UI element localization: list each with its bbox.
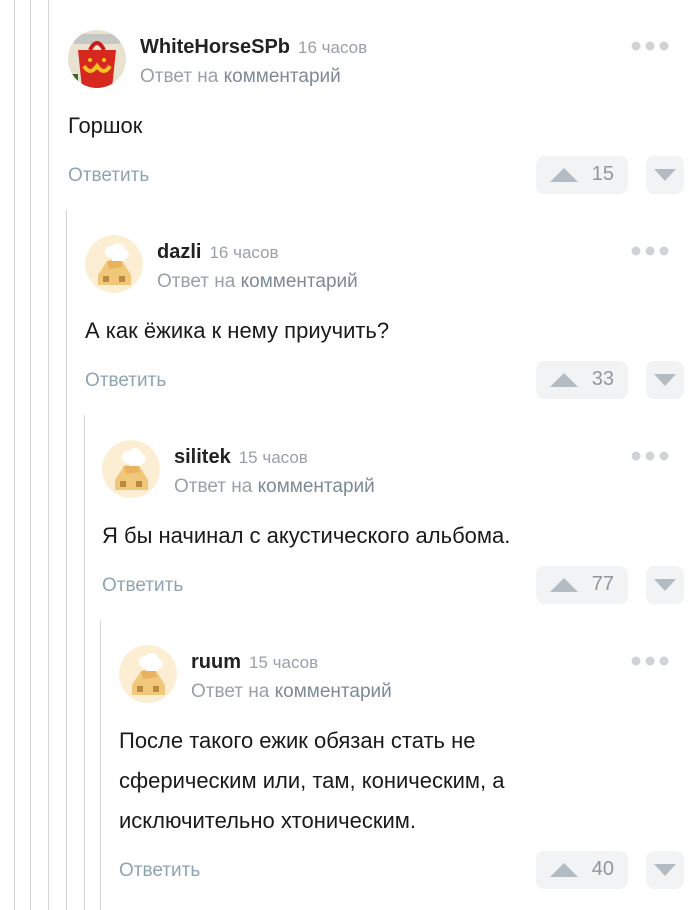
- arrow-down-icon: [654, 169, 676, 181]
- vote-score: 15: [591, 163, 614, 185]
- chef-avatar-icon: [102, 440, 160, 498]
- more-icon[interactable]: [630, 40, 670, 52]
- arrow-up-icon: [550, 863, 578, 877]
- timestamp: 16 часов: [209, 243, 279, 262]
- reply-button[interactable]: Ответить: [85, 370, 166, 392]
- thread-line: [48, 0, 49, 910]
- comment-text: Я бы начинал с акустического альбома.: [102, 523, 511, 548]
- thread-line: [14, 0, 15, 910]
- vote-score: 33: [591, 368, 614, 390]
- reply-to: Ответ на комментарий: [174, 476, 375, 497]
- arrow-up-icon: [550, 373, 578, 387]
- upvote-button[interactable]: 33: [536, 361, 628, 399]
- reply-button[interactable]: Ответить: [119, 860, 200, 882]
- comment-text: А как ёжика к нему приучить?: [85, 318, 390, 343]
- reply-to-link[interactable]: комментарий: [275, 681, 392, 702]
- avatar[interactable]: [102, 440, 160, 498]
- thread-line: [84, 415, 85, 910]
- comment: ruum 15 часов Ответ на комментарий После …: [119, 645, 700, 910]
- avatar[interactable]: [68, 30, 126, 88]
- comment: silitek 15 часов Ответ на комментарий Я б…: [102, 440, 700, 620]
- avatar[interactable]: [85, 235, 143, 293]
- mcdonalds-happy-meal-icon: [68, 30, 126, 88]
- comment: dazli 16 часов Ответ на комментарий А как…: [85, 235, 700, 415]
- chef-avatar-icon: [119, 645, 177, 703]
- downvote-button[interactable]: [646, 361, 684, 399]
- arrow-down-icon: [654, 864, 676, 876]
- thread-line: [100, 620, 101, 910]
- timestamp: 16 часов: [298, 38, 368, 57]
- comment-text-line: исключительно хтоническим.: [119, 808, 416, 833]
- comment-text: Горшок: [68, 113, 143, 138]
- vote-score: 40: [591, 858, 614, 880]
- more-icon[interactable]: [630, 655, 670, 667]
- timestamp: 15 часов: [249, 653, 319, 672]
- reply-button[interactable]: Ответить: [68, 165, 149, 187]
- reply-button[interactable]: Ответить: [102, 575, 183, 597]
- more-icon[interactable]: [630, 450, 670, 462]
- comment-text-line: сферическим или, там, коническим, а: [119, 768, 505, 793]
- arrow-up-icon: [550, 578, 578, 592]
- timestamp: 15 часов: [238, 448, 308, 467]
- reply-to-link[interactable]: комментарий: [241, 271, 358, 292]
- username[interactable]: dazli 16 часов: [157, 241, 279, 264]
- arrow-up-icon: [550, 168, 578, 182]
- comment-text: После такого ежик обязан стать не сферич…: [119, 721, 505, 841]
- username[interactable]: silitek 15 часов: [174, 446, 308, 469]
- reply-to-link[interactable]: комментарий: [224, 66, 341, 87]
- avatar[interactable]: [119, 645, 177, 703]
- reply-to: Ответ на комментарий: [157, 271, 358, 292]
- vote-score: 77: [591, 573, 614, 595]
- upvote-button[interactable]: 15: [536, 156, 628, 194]
- more-icon[interactable]: [630, 245, 670, 257]
- downvote-button[interactable]: [646, 156, 684, 194]
- chef-avatar-icon: [85, 235, 143, 293]
- username[interactable]: ruum 15 часов: [191, 651, 318, 674]
- reply-to: Ответ на комментарий: [191, 681, 392, 702]
- comment-text-line: После такого ежик обязан стать не: [119, 728, 476, 753]
- username[interactable]: WhiteHorseSPb 16 часов: [140, 36, 367, 59]
- upvote-button[interactable]: 40: [536, 851, 628, 889]
- upvote-button[interactable]: 77: [536, 566, 628, 604]
- reply-to-link[interactable]: комментарий: [258, 476, 375, 497]
- arrow-down-icon: [654, 579, 676, 591]
- reply-to: Ответ на комментарий: [140, 66, 341, 87]
- arrow-down-icon: [654, 374, 676, 386]
- downvote-button[interactable]: [646, 851, 684, 889]
- thread-line: [30, 0, 31, 910]
- comment: WhiteHorseSPb 16 часов Ответ на комментар…: [68, 30, 700, 210]
- downvote-button[interactable]: [646, 566, 684, 604]
- thread-line: [66, 210, 67, 910]
